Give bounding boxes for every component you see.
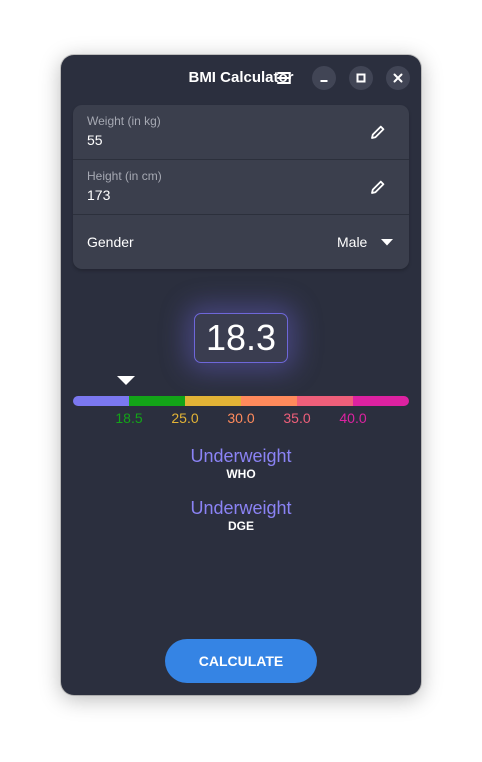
bmi-pointer [117, 376, 135, 385]
scale-segment [73, 396, 130, 406]
bmi-value: 18.3 [194, 313, 288, 363]
weight-label: Weight (in kg) [87, 114, 161, 128]
edit-icon [371, 125, 385, 139]
calculate-button[interactable]: CALCULATE [165, 639, 317, 683]
dge-classification: Underweight [190, 498, 292, 518]
gender-dropdown[interactable]: Male [331, 228, 401, 256]
edit-icon [371, 180, 385, 194]
height-row[interactable]: Height (in cm) 173 [73, 160, 409, 215]
edit-height-button[interactable] [369, 178, 387, 196]
scale-tick-label: 25.0 [171, 410, 199, 426]
scale-segment [129, 396, 186, 406]
dge-source: DGE [227, 519, 254, 533]
close-icon [393, 73, 403, 83]
who-classification: Underweight [190, 446, 292, 466]
gender-label: Gender [87, 234, 134, 250]
maximize-button[interactable] [349, 66, 373, 90]
close-button[interactable] [386, 66, 410, 90]
scale-tick-label: 35.0 [283, 410, 311, 426]
gender-row: Gender Male [73, 215, 409, 269]
scale-segment [241, 396, 298, 406]
scale-segment [353, 396, 409, 406]
maximize-icon [356, 73, 366, 83]
menu-icon[interactable] [273, 67, 295, 89]
scale-tick-label: 40.0 [339, 410, 367, 426]
header-bar: BMI Calculator [61, 55, 421, 101]
weight-row[interactable]: Weight (in kg) 55 [73, 105, 409, 160]
scale-segment [297, 396, 354, 406]
input-card: Weight (in kg) 55 Height (in cm) 173 Gen… [73, 105, 409, 269]
dropdown-arrow-icon [381, 239, 393, 246]
scale-segment [185, 396, 242, 406]
minimize-button[interactable] [312, 66, 336, 90]
scale-tick-label: 18.5 [115, 410, 143, 426]
minimize-icon [320, 80, 328, 82]
scale-tick-label: 30.0 [227, 410, 255, 426]
edit-weight-button[interactable] [369, 123, 387, 141]
bmi-scale [73, 396, 409, 406]
gender-selected: Male [337, 234, 368, 250]
height-label: Height (in cm) [87, 169, 162, 183]
weight-value[interactable]: 55 [87, 132, 103, 148]
who-source: WHO [226, 467, 256, 481]
app-window: BMI Calculator Weight (in kg) 55 Height … [61, 55, 421, 695]
height-value[interactable]: 173 [87, 187, 110, 203]
